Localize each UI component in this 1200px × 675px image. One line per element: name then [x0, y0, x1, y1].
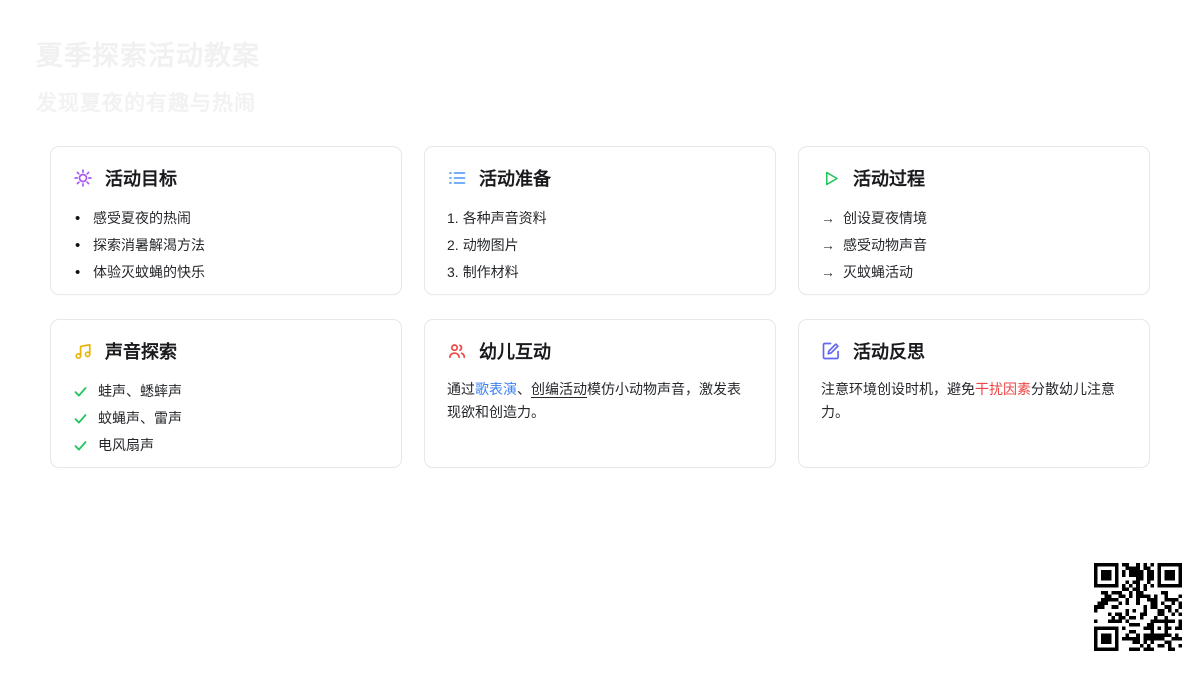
highlighted-term: 干扰因素 — [975, 381, 1031, 397]
check-icon — [74, 441, 87, 451]
list-item-text: 蚊蝇声、雷声 — [98, 410, 182, 426]
card-title: 活动准备 — [479, 169, 551, 189]
card-activity-reflection: 活动反思 注意环境创设时机，避免干扰因素分散幼儿注意力。 — [798, 319, 1150, 468]
users-icon — [447, 341, 467, 361]
sun-icon — [73, 168, 93, 188]
list-item-text: 创设夏夜情境 — [843, 210, 927, 226]
edit-icon — [821, 341, 841, 361]
list-item-text: 感受动物声音 — [843, 237, 927, 253]
page-title: 夏季探索活动教案 — [36, 41, 260, 71]
card-paragraph: 注意环境创设时机，避免干扰因素分散幼儿注意力。 — [821, 378, 1127, 424]
card-child-interaction: 幼儿互动 通过歌表演、创编活动模仿小动物声音，激发表现欲和创造力。 — [424, 319, 776, 468]
list-item: • 感受夏夜的热闹 — [73, 205, 379, 232]
list-item: • 探索消暑解渴方法 — [73, 232, 379, 259]
bullet-marker: • — [75, 264, 81, 281]
list-item-text: 制作材料 — [462, 264, 519, 280]
arrow-marker: → — [821, 210, 835, 226]
underlined-term: 创编活动 — [531, 381, 587, 397]
list-item-text: 各种声音资料 — [462, 210, 547, 226]
card-activity-goals: 活动目标 • 感受夏夜的热闹 • 探索消暑解渴方法 • 体验灭蚊蝇的快乐 — [50, 146, 402, 295]
card-paragraph: 通过歌表演、创编活动模仿小动物声音，激发表现欲和创造力。 — [447, 378, 753, 424]
page-subtitle: 发现夏夜的有趣与热闹 — [36, 92, 256, 115]
check-icon — [74, 414, 87, 424]
list-item-text: 体验灭蚊蝇的快乐 — [93, 264, 205, 280]
card-title: 幼儿互动 — [479, 342, 551, 362]
card-title: 活动反思 — [853, 342, 925, 362]
card-activity-preparation: 活动准备 1. 各种声音资料 2. 动物图片 3. 制作材料 — [424, 146, 776, 295]
list-item: → 灭蚊蝇活动 — [821, 259, 1127, 286]
check-icon — [74, 387, 87, 397]
link-song-performance[interactable]: 歌表演 — [475, 381, 517, 397]
music-note-icon — [73, 341, 93, 361]
list-item: 2. 动物图片 — [447, 232, 753, 259]
list-item-text: 电风扇声 — [98, 437, 154, 453]
list-item: → 创设夏夜情境 — [821, 205, 1127, 232]
arrow-marker: → — [821, 237, 835, 253]
play-icon — [821, 168, 841, 188]
card-title: 声音探索 — [105, 342, 177, 362]
paragraph-text: 通过 — [447, 381, 475, 397]
paragraph-text: 、 — [517, 381, 531, 397]
list-item-text: 探索消暑解渴方法 — [93, 237, 205, 253]
bullet-marker: • — [75, 237, 81, 254]
list-item: 1. 各种声音资料 — [447, 205, 753, 232]
paragraph-text: 注意环境创设时机，避免 — [821, 381, 975, 397]
list-item-text: 动物图片 — [462, 237, 519, 253]
list-item: 蛙声、蟋蟀声 — [73, 378, 379, 405]
list-item-text: 灭蚊蝇活动 — [843, 264, 913, 280]
list-item: 3. 制作材料 — [447, 259, 753, 286]
qr-code — [1094, 563, 1182, 651]
list-item-text: 感受夏夜的热闹 — [93, 210, 191, 226]
arrow-marker: → — [821, 264, 835, 280]
bullet-marker: • — [75, 210, 81, 227]
list-item: • 体验灭蚊蝇的快乐 — [73, 259, 379, 286]
card-title: 活动目标 — [105, 169, 177, 189]
number-marker: 1. — [447, 210, 459, 226]
list-item: 蚊蝇声、雷声 — [73, 405, 379, 432]
number-marker: 2. — [447, 237, 459, 253]
card-grid: 活动目标 • 感受夏夜的热闹 • 探索消暑解渴方法 • 体验灭蚊蝇的快乐 活动准… — [50, 146, 1150, 468]
list-item: 电风扇声 — [73, 432, 379, 459]
list-item: → 感受动物声音 — [821, 232, 1127, 259]
ordered-list-icon — [447, 168, 467, 188]
card-activity-process: 活动过程 → 创设夏夜情境 → 感受动物声音 → 灭蚊蝇活动 — [798, 146, 1150, 295]
page-header: 夏季探索活动教案 发现夏夜的有趣与热闹 — [36, 34, 260, 117]
list-item-text: 蛙声、蟋蟀声 — [98, 383, 182, 399]
number-marker: 3. — [447, 264, 459, 280]
card-title: 活动过程 — [853, 169, 925, 189]
card-sound-exploration: 声音探索 蛙声、蟋蟀声 蚊蝇声、雷声 电风扇声 — [50, 319, 402, 468]
